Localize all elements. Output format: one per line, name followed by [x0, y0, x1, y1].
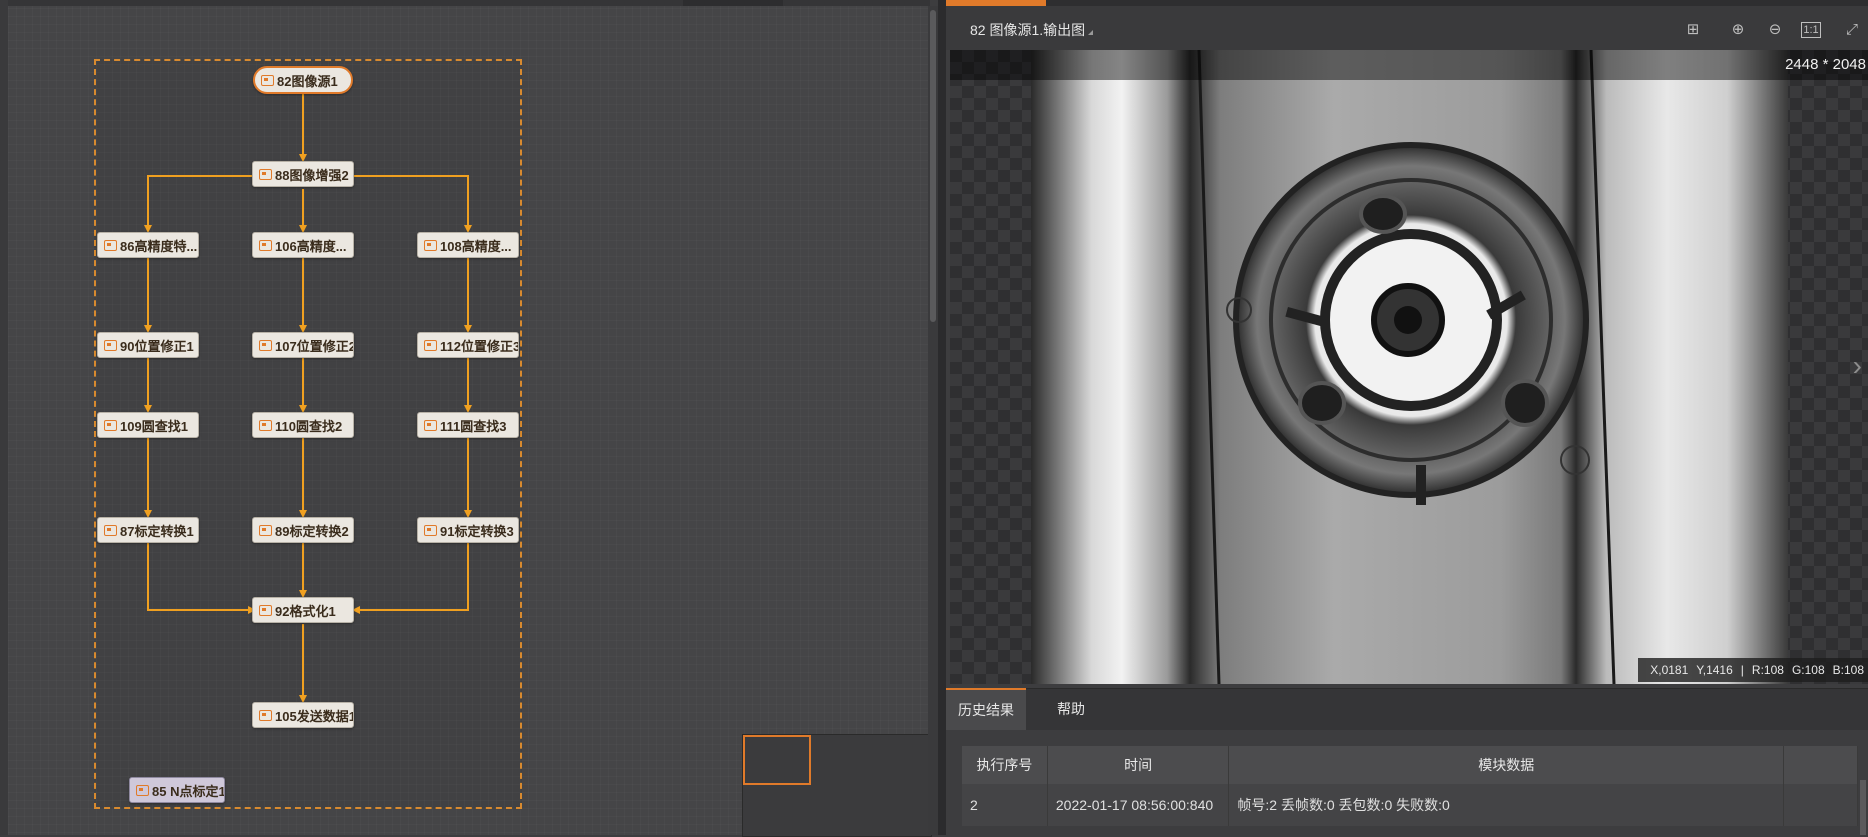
tab-help[interactable]: 帮助 [1026, 688, 1116, 730]
minimap-viewport[interactable] [743, 735, 811, 785]
node-calib-transform-3[interactable]: 91标定转换3 [417, 517, 519, 543]
cell-seq: 2 [962, 784, 1048, 826]
grid-toggle-icon[interactable]: ⊞ [1682, 18, 1704, 40]
circle-find-icon [104, 419, 117, 431]
node-send-data[interactable]: 105发送数据1 [252, 702, 354, 728]
fit-window-icon[interactable]: ⤢ [1841, 18, 1863, 40]
wire-calib1-format [147, 543, 256, 614]
node-circle-find-2[interactable]: 110圆查找2 [252, 412, 354, 438]
cell-module-data: 帧号:2 丢帧数:0 丢包数:0 失败数:0 [1228, 784, 1785, 826]
pixel-g: G:108 [1791, 663, 1825, 677]
calib-transform-icon [424, 524, 437, 536]
image-info-band [950, 50, 1868, 80]
feature-match-icon [424, 239, 437, 251]
cell-time: 2022-01-17 08:56:00:840 [1047, 784, 1230, 826]
node-calib-transform-2[interactable]: 89标定转换2 [252, 517, 354, 543]
node-position-correct-1[interactable]: 90位置修正1 [97, 332, 199, 358]
zoom-out-icon[interactable]: ⊖ [1764, 18, 1786, 40]
node-feature-match-2[interactable]: 106高精度... [252, 232, 354, 258]
panel-splitter[interactable] [938, 0, 946, 835]
history-scrollbar[interactable] [1860, 780, 1866, 835]
viewer-title[interactable]: 82 图像源1.输出图 [970, 20, 1085, 40]
node-format[interactable]: 92格式化1 [252, 597, 354, 623]
image-size-label: 2448 * 2048 [1785, 56, 1866, 73]
node-image-source[interactable]: 82图像源1 [253, 66, 353, 94]
actual-size-icon[interactable]: 1:1 [1801, 22, 1821, 38]
col-seq[interactable]: 执行序号 [962, 746, 1048, 784]
calib-transform-icon [104, 524, 117, 536]
position-correct-icon [424, 339, 437, 351]
node-n-point-calibration[interactable]: 85 N点标定1 [129, 777, 225, 803]
node-feature-match-1[interactable]: 86高精度特... [97, 232, 199, 258]
node-circle-find-1[interactable]: 109圆查找1 [97, 412, 199, 438]
pixel-r: R:108 [1751, 663, 1784, 677]
feature-match-icon [259, 239, 272, 251]
feature-match-icon [104, 239, 117, 251]
send-data-icon [259, 709, 272, 721]
zoom-in-icon[interactable]: ⊕ [1727, 18, 1749, 40]
viewer-title-dropdown-icon[interactable] [1088, 30, 1093, 35]
node-position-correct-2[interactable]: 107位置修正2 [252, 332, 354, 358]
tab-history-results[interactable]: 历史结果 [946, 688, 1026, 730]
flange-part-image [1197, 50, 1616, 684]
position-correct-icon [104, 339, 117, 351]
node-feature-match-3[interactable]: 108高精度... [417, 232, 519, 258]
node-image-enhance[interactable]: 88图像增强2 [252, 161, 354, 187]
cell-extra [1783, 784, 1858, 826]
pixel-x: X,0181 [1650, 663, 1689, 677]
n-point-calib-icon [136, 784, 149, 796]
canvas-scrollbar-thumb[interactable] [930, 10, 936, 322]
calib-transform-icon [259, 524, 272, 536]
node-circle-find-3[interactable]: 111圆查找3 [417, 412, 519, 438]
pixel-y: Y,1416 [1696, 663, 1733, 677]
node-calib-transform-1[interactable]: 87标定转换1 [97, 517, 199, 543]
pixel-b: B:108 [1832, 663, 1864, 677]
history-table: 执行序号 时间 模块数据 2 2022-01-17 08:56:00:840 帧… [962, 746, 1858, 826]
format-icon [259, 604, 272, 616]
image-enhance-icon [259, 168, 272, 180]
wire-enhance-feat1 [144, 175, 254, 233]
pixel-readout: X,0181 Y,1416 | R:108 G:108 B:108 [1638, 658, 1868, 682]
chevron-right-icon[interactable]: › [1853, 350, 1862, 382]
circle-find-icon [259, 419, 272, 431]
camera-image[interactable] [1031, 50, 1788, 684]
wire-enhance-feat3 [352, 175, 472, 233]
position-correct-icon [259, 339, 272, 351]
image-source-icon [261, 74, 274, 86]
col-module-data[interactable]: 模块数据 [1228, 746, 1785, 784]
circle-find-icon [424, 419, 437, 431]
col-time[interactable]: 时间 [1047, 746, 1230, 784]
node-position-correct-3[interactable]: 112位置修正3 [417, 332, 519, 358]
table-row[interactable]: 2 2022-01-17 08:56:00:840 帧号:2 丢帧数:0 丢包数… [962, 784, 1858, 826]
col-extra[interactable] [1783, 746, 1858, 784]
wire-calib3-format [352, 543, 469, 614]
pixel-separator: | [1740, 663, 1744, 677]
